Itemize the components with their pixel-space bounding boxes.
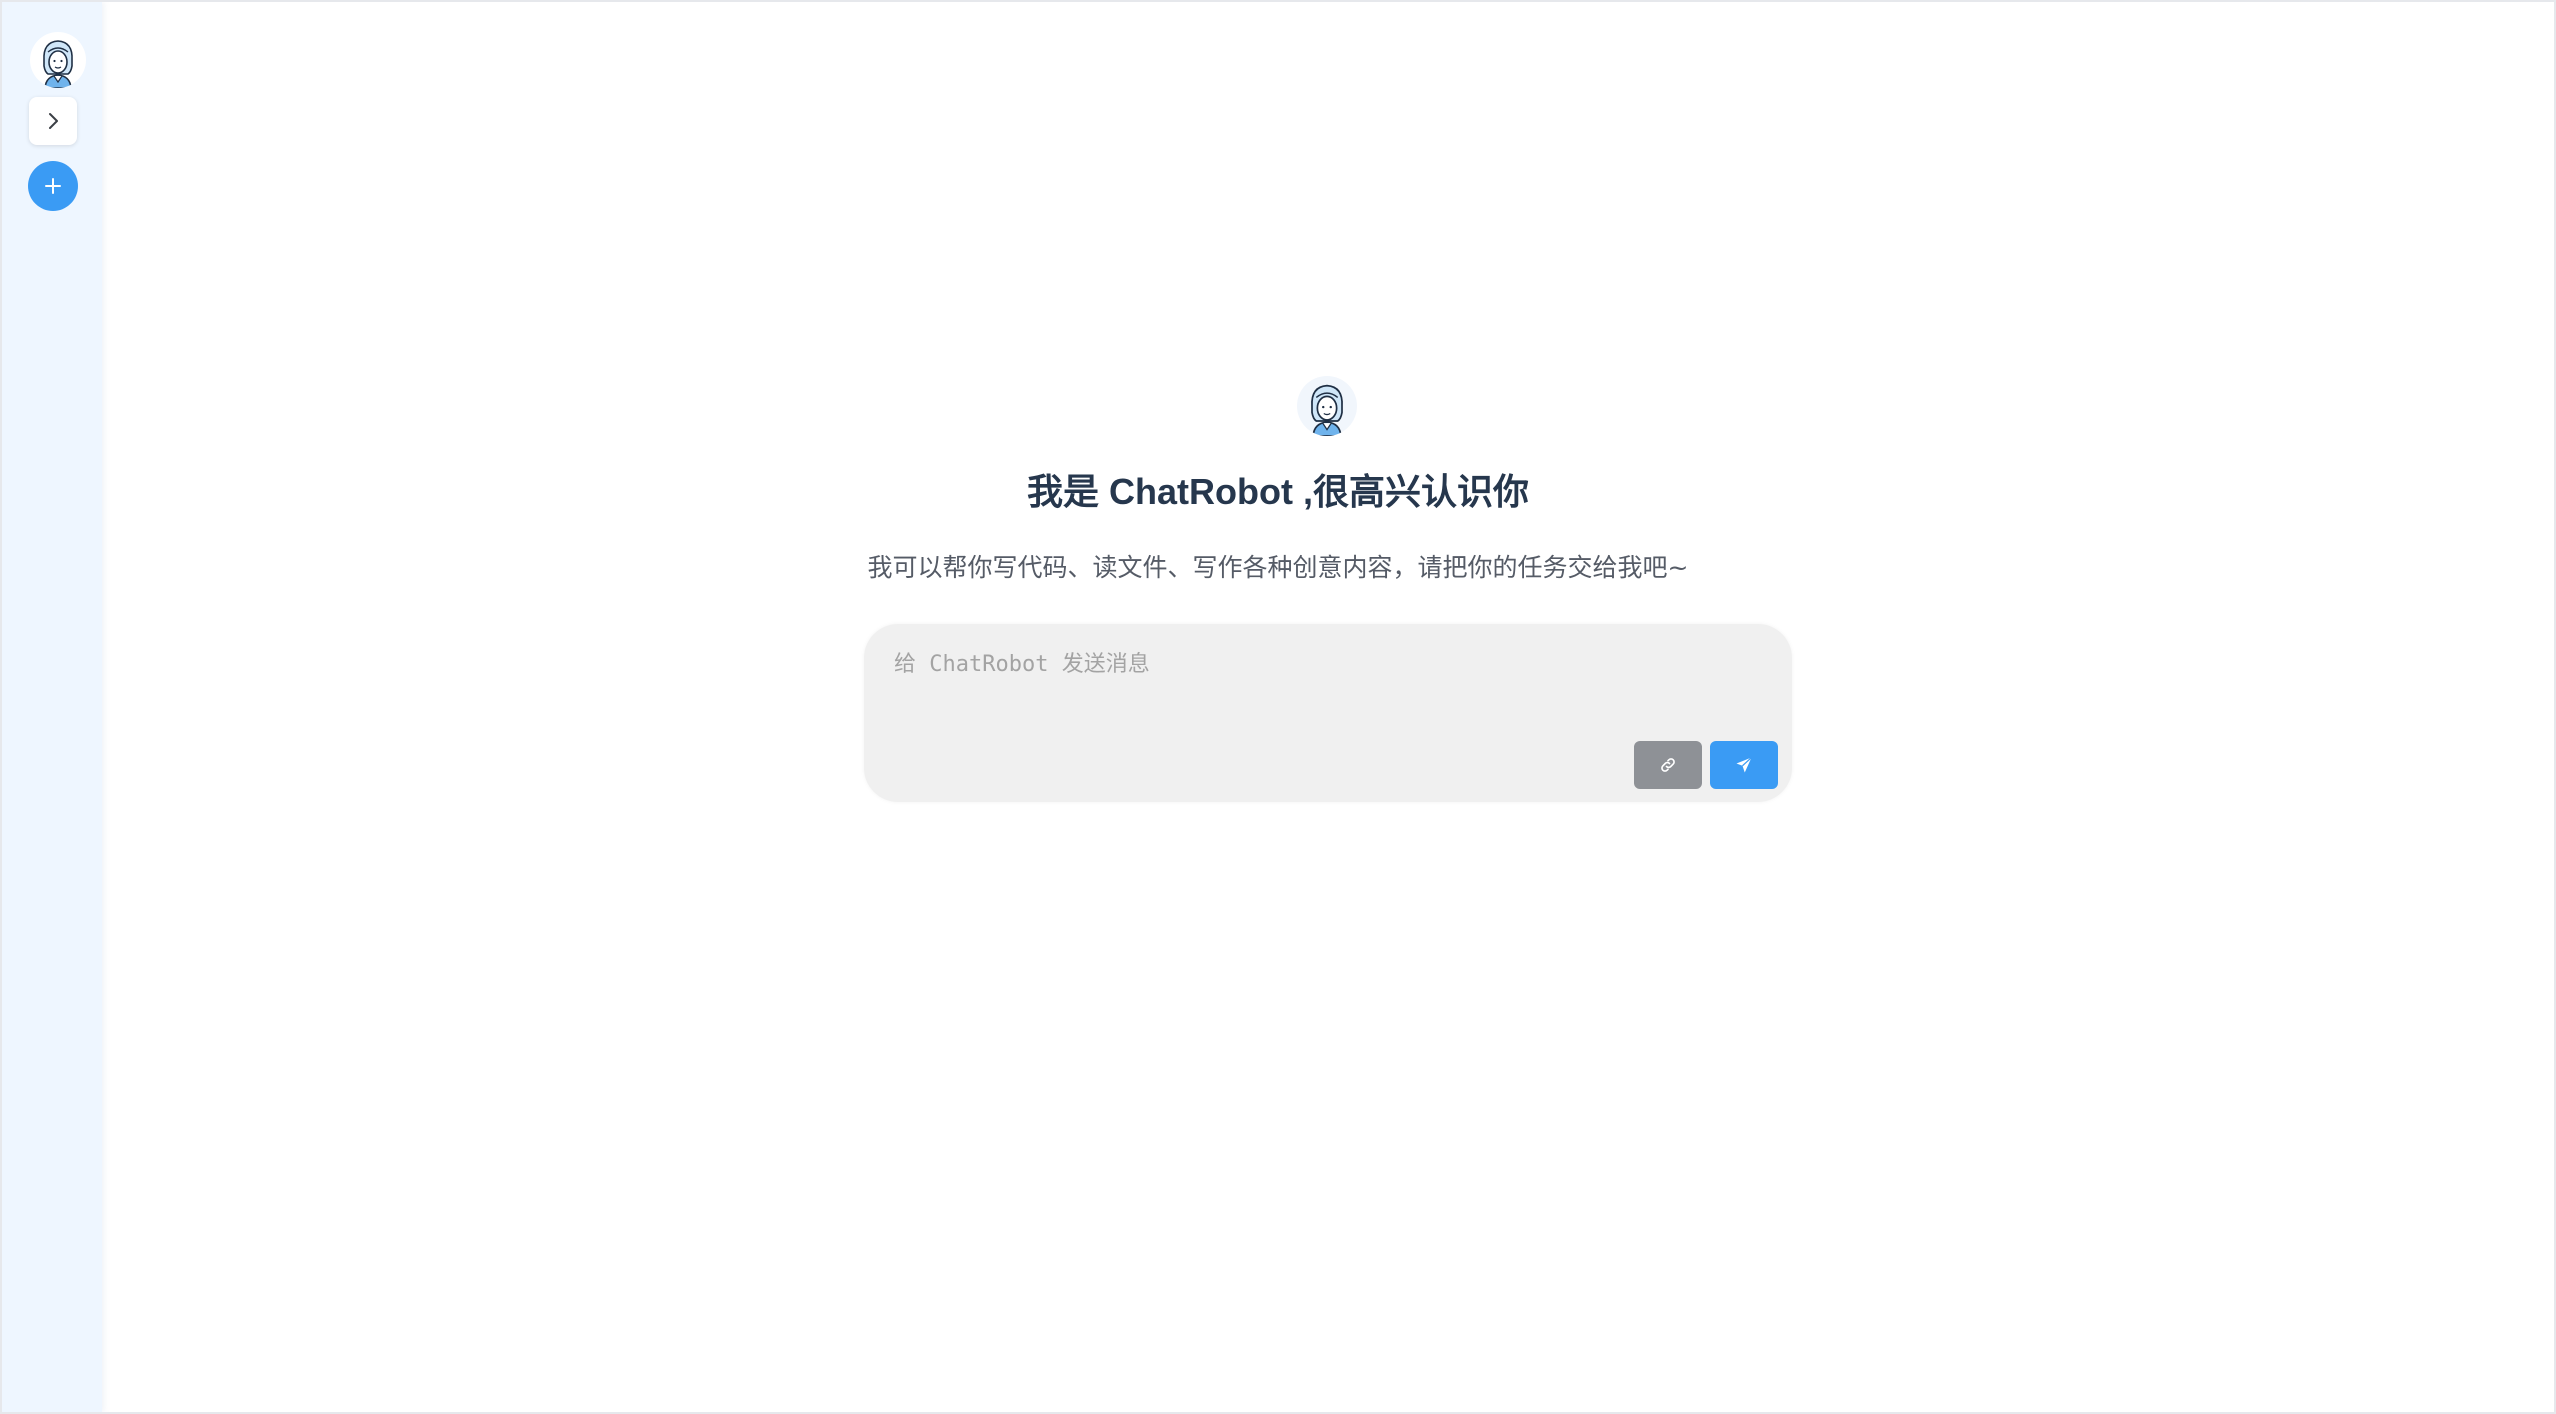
- welcome-subtitle: 我可以帮你写代码、读文件、写作各种创意内容，请把你的任务交给我吧~: [867, 553, 1689, 582]
- new-chat-button[interactable]: [28, 161, 78, 211]
- sidebar: [2, 2, 102, 1412]
- send-button[interactable]: [1710, 741, 1778, 789]
- sidebar-avatar: [30, 32, 86, 88]
- message-composer: [864, 624, 1792, 802]
- welcome-avatar: [1297, 376, 1357, 436]
- robot-avatar-icon: [1311, 384, 1343, 436]
- attach-file-button[interactable]: [1634, 741, 1702, 789]
- send-plane-icon: [1736, 757, 1752, 773]
- app-window: 我是 ChatRobot ,很高兴认识你 我可以帮你写代码、读文件、写作各种创意…: [0, 0, 2556, 1414]
- robot-avatar-icon: [43, 40, 73, 88]
- plus-icon: [45, 178, 61, 194]
- sidebar-expand-button[interactable]: [29, 97, 77, 145]
- chevron-right-icon: [49, 113, 58, 129]
- message-input[interactable]: [892, 644, 1756, 728]
- link-icon: [1661, 758, 1675, 772]
- welcome-title: 我是 ChatRobot ,很高兴认识你: [1027, 471, 1529, 512]
